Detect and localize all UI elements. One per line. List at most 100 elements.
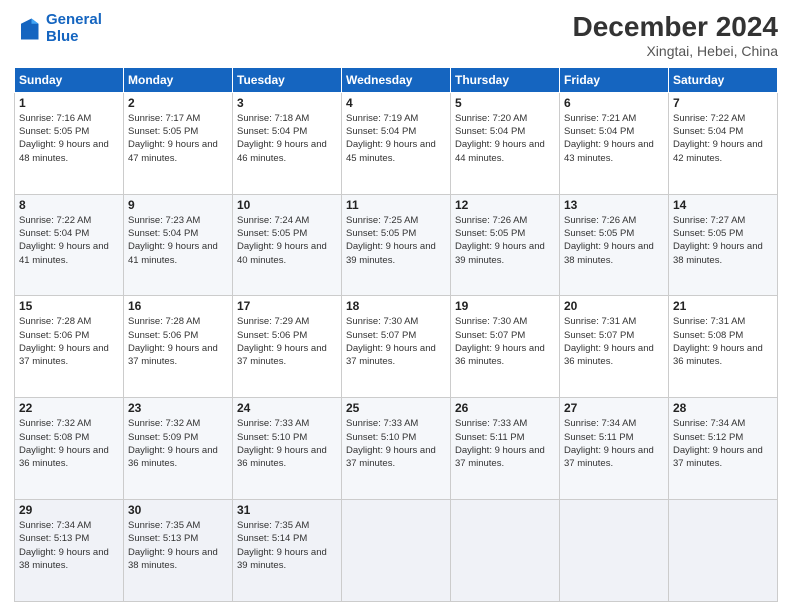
day-cell: 15Sunrise: 7:28 AMSunset: 5:06 PMDayligh… bbox=[15, 296, 124, 398]
day-cell: 12 Sunrise: 7:26 AMSunset: 5:05 PMDayligh… bbox=[451, 194, 560, 296]
day-cell: 16 Sunrise: 7:28 AMSunset: 5:06 PMDayligh… bbox=[124, 296, 233, 398]
day-cell: 21 Sunrise: 7:31 AMSunset: 5:08 PMDayligh… bbox=[669, 296, 778, 398]
logo-blue: Blue bbox=[46, 29, 102, 46]
day-number: 2 bbox=[128, 96, 228, 110]
day-detail: Sunrise: 7:16 AMSunset: 5:05 PMDaylight:… bbox=[19, 112, 119, 165]
day-cell: 28Sunrise: 7:34 AMSunset: 5:12 PMDayligh… bbox=[669, 398, 778, 500]
day-cell: 4Sunrise: 7:19 AMSunset: 5:04 PMDaylight… bbox=[342, 92, 451, 194]
day-detail: Sunrise: 7:33 AMSunset: 5:10 PMDaylight:… bbox=[237, 417, 337, 470]
day-cell bbox=[342, 500, 451, 602]
day-number: 16 bbox=[128, 299, 228, 313]
day-number: 18 bbox=[346, 299, 446, 313]
day-number: 12 bbox=[455, 198, 555, 212]
day-detail: Sunrise: 7:19 AMSunset: 5:04 PMDaylight:… bbox=[346, 112, 446, 165]
day-number: 11 bbox=[346, 198, 446, 212]
day-number: 9 bbox=[128, 198, 228, 212]
week-row-4: 22 Sunrise: 7:32 AMSunset: 5:08 PMDayligh… bbox=[15, 398, 778, 500]
day-number: 10 bbox=[237, 198, 337, 212]
day-cell bbox=[451, 500, 560, 602]
day-detail: Sunrise: 7:27 AMSunset: 5:05 PMDaylight:… bbox=[673, 214, 773, 267]
day-cell: 2 Sunrise: 7:17 AMSunset: 5:05 PMDaylight… bbox=[124, 92, 233, 194]
day-cell: 19 Sunrise: 7:30 AMSunset: 5:07 PMDayligh… bbox=[451, 296, 560, 398]
day-cell: 26 Sunrise: 7:33 AMSunset: 5:11 PMDayligh… bbox=[451, 398, 560, 500]
day-detail: Sunrise: 7:18 AMSunset: 5:04 PMDaylight:… bbox=[237, 112, 337, 165]
day-number: 22 bbox=[19, 401, 119, 415]
day-number: 1 bbox=[19, 96, 119, 110]
day-number: 6 bbox=[564, 96, 664, 110]
day-detail: Sunrise: 7:32 AMSunset: 5:09 PMDaylight:… bbox=[128, 417, 228, 470]
day-cell: 27Sunrise: 7:34 AMSunset: 5:11 PMDayligh… bbox=[560, 398, 669, 500]
logo-text: General Blue bbox=[46, 12, 102, 45]
day-number: 27 bbox=[564, 401, 664, 415]
day-cell: 5Sunrise: 7:20 AMSunset: 5:04 PMDaylight… bbox=[451, 92, 560, 194]
day-number: 7 bbox=[673, 96, 773, 110]
weekday-header-thursday: Thursday bbox=[451, 67, 560, 92]
day-cell: 25 Sunrise: 7:33 AMSunset: 5:10 PMDayligh… bbox=[342, 398, 451, 500]
day-cell: 30Sunrise: 7:35 AMSunset: 5:13 PMDayligh… bbox=[124, 500, 233, 602]
day-detail: Sunrise: 7:33 AMSunset: 5:11 PMDaylight:… bbox=[455, 417, 555, 470]
day-detail: Sunrise: 7:26 AMSunset: 5:05 PMDaylight:… bbox=[455, 214, 555, 267]
day-detail: Sunrise: 7:24 AMSunset: 5:05 PMDaylight:… bbox=[237, 214, 337, 267]
day-number: 13 bbox=[564, 198, 664, 212]
day-cell: 23 Sunrise: 7:32 AMSunset: 5:09 PMDayligh… bbox=[124, 398, 233, 500]
day-detail: Sunrise: 7:35 AMSunset: 5:14 PMDaylight:… bbox=[237, 519, 337, 572]
day-cell: 6 Sunrise: 7:21 AMSunset: 5:04 PMDaylight… bbox=[560, 92, 669, 194]
calendar: SundayMondayTuesdayWednesdayThursdayFrid… bbox=[14, 67, 778, 602]
week-row-3: 15Sunrise: 7:28 AMSunset: 5:06 PMDayligh… bbox=[15, 296, 778, 398]
day-detail: Sunrise: 7:20 AMSunset: 5:04 PMDaylight:… bbox=[455, 112, 555, 165]
day-number: 21 bbox=[673, 299, 773, 313]
day-number: 31 bbox=[237, 503, 337, 517]
day-number: 23 bbox=[128, 401, 228, 415]
day-detail: Sunrise: 7:21 AMSunset: 5:04 PMDaylight:… bbox=[564, 112, 664, 165]
day-number: 26 bbox=[455, 401, 555, 415]
weekday-header-friday: Friday bbox=[560, 67, 669, 92]
day-cell: 20Sunrise: 7:31 AMSunset: 5:07 PMDayligh… bbox=[560, 296, 669, 398]
weekday-header-wednesday: Wednesday bbox=[342, 67, 451, 92]
day-cell: 3 Sunrise: 7:18 AMSunset: 5:04 PMDaylight… bbox=[233, 92, 342, 194]
day-detail: Sunrise: 7:17 AMSunset: 5:05 PMDaylight:… bbox=[128, 112, 228, 165]
day-cell: 29Sunrise: 7:34 AMSunset: 5:13 PMDayligh… bbox=[15, 500, 124, 602]
weekday-header-sunday: Sunday bbox=[15, 67, 124, 92]
day-number: 20 bbox=[564, 299, 664, 313]
day-detail: Sunrise: 7:28 AMSunset: 5:06 PMDaylight:… bbox=[19, 315, 119, 368]
weekday-header-row: SundayMondayTuesdayWednesdayThursdayFrid… bbox=[15, 67, 778, 92]
logo: General Blue bbox=[14, 12, 102, 45]
day-cell: 1 Sunrise: 7:16 AMSunset: 5:05 PMDaylight… bbox=[15, 92, 124, 194]
day-detail: Sunrise: 7:25 AMSunset: 5:05 PMDaylight:… bbox=[346, 214, 446, 267]
day-cell: 7 Sunrise: 7:22 AMSunset: 5:04 PMDaylight… bbox=[669, 92, 778, 194]
day-cell: 31 Sunrise: 7:35 AMSunset: 5:14 PMDayligh… bbox=[233, 500, 342, 602]
day-detail: Sunrise: 7:30 AMSunset: 5:07 PMDaylight:… bbox=[455, 315, 555, 368]
day-cell bbox=[669, 500, 778, 602]
day-number: 25 bbox=[346, 401, 446, 415]
day-detail: Sunrise: 7:28 AMSunset: 5:06 PMDaylight:… bbox=[128, 315, 228, 368]
day-detail: Sunrise: 7:33 AMSunset: 5:10 PMDaylight:… bbox=[346, 417, 446, 470]
week-row-1: 1 Sunrise: 7:16 AMSunset: 5:05 PMDaylight… bbox=[15, 92, 778, 194]
weekday-header-monday: Monday bbox=[124, 67, 233, 92]
day-detail: Sunrise: 7:34 AMSunset: 5:12 PMDaylight:… bbox=[673, 417, 773, 470]
page: General Blue December 2024 Xingtai, Hebe… bbox=[0, 0, 792, 612]
header: General Blue December 2024 Xingtai, Hebe… bbox=[14, 12, 778, 59]
day-cell: 24 Sunrise: 7:33 AMSunset: 5:10 PMDayligh… bbox=[233, 398, 342, 500]
week-row-2: 8Sunrise: 7:22 AMSunset: 5:04 PMDaylight… bbox=[15, 194, 778, 296]
day-detail: Sunrise: 7:23 AMSunset: 5:04 PMDaylight:… bbox=[128, 214, 228, 267]
location: Xingtai, Hebei, China bbox=[573, 43, 778, 59]
day-detail: Sunrise: 7:34 AMSunset: 5:13 PMDaylight:… bbox=[19, 519, 119, 572]
day-cell: 10 Sunrise: 7:24 AMSunset: 5:05 PMDayligh… bbox=[233, 194, 342, 296]
day-detail: Sunrise: 7:22 AMSunset: 5:04 PMDaylight:… bbox=[673, 112, 773, 165]
day-cell: 13Sunrise: 7:26 AMSunset: 5:05 PMDayligh… bbox=[560, 194, 669, 296]
day-detail: Sunrise: 7:30 AMSunset: 5:07 PMDaylight:… bbox=[346, 315, 446, 368]
day-cell: 18 Sunrise: 7:30 AMSunset: 5:07 PMDayligh… bbox=[342, 296, 451, 398]
day-cell: 11 Sunrise: 7:25 AMSunset: 5:05 PMDayligh… bbox=[342, 194, 451, 296]
day-number: 3 bbox=[237, 96, 337, 110]
day-cell: 8Sunrise: 7:22 AMSunset: 5:04 PMDaylight… bbox=[15, 194, 124, 296]
weekday-header-saturday: Saturday bbox=[669, 67, 778, 92]
day-detail: Sunrise: 7:32 AMSunset: 5:08 PMDaylight:… bbox=[19, 417, 119, 470]
day-detail: Sunrise: 7:22 AMSunset: 5:04 PMDaylight:… bbox=[19, 214, 119, 267]
day-detail: Sunrise: 7:29 AMSunset: 5:06 PMDaylight:… bbox=[237, 315, 337, 368]
week-row-5: 29Sunrise: 7:34 AMSunset: 5:13 PMDayligh… bbox=[15, 500, 778, 602]
day-number: 19 bbox=[455, 299, 555, 313]
day-detail: Sunrise: 7:31 AMSunset: 5:08 PMDaylight:… bbox=[673, 315, 773, 368]
day-number: 24 bbox=[237, 401, 337, 415]
day-cell: 17Sunrise: 7:29 AMSunset: 5:06 PMDayligh… bbox=[233, 296, 342, 398]
logo-icon bbox=[14, 15, 42, 43]
